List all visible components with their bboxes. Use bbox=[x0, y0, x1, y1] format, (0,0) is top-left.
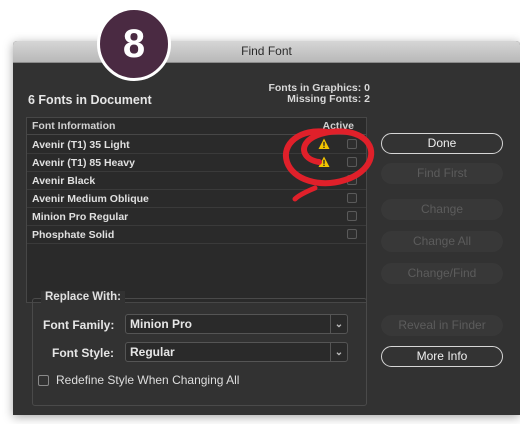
font-name: Avenir Black bbox=[32, 175, 96, 187]
active-checkbox[interactable] bbox=[347, 139, 357, 149]
font-name: Minion Pro Regular bbox=[32, 211, 129, 223]
chevron-down-icon: ⌄ bbox=[330, 343, 347, 361]
reveal-in-finder-button[interactable]: Reveal in Finder bbox=[381, 315, 503, 336]
table-row[interactable]: Avenir (T1) 35 Light bbox=[27, 136, 366, 154]
change-button[interactable]: Change bbox=[381, 199, 503, 220]
font-name: Avenir (T1) 85 Heavy bbox=[32, 157, 135, 169]
font-stats: Fonts in Graphics: 0 Missing Fonts: 2 bbox=[268, 83, 370, 105]
column-header-font-information: Font Information bbox=[32, 120, 116, 132]
change-find-button[interactable]: Change/Find bbox=[381, 263, 503, 284]
active-checkbox[interactable] bbox=[347, 211, 357, 221]
find-first-button[interactable]: Find First bbox=[381, 163, 503, 184]
table-row[interactable]: Minion Pro Regular bbox=[27, 208, 366, 226]
font-style-label: Font Style: bbox=[52, 346, 114, 360]
font-name: Phosphate Solid bbox=[32, 229, 115, 241]
warning-triangle-icon bbox=[318, 156, 330, 167]
redefine-style-label: Redefine Style When Changing All bbox=[56, 373, 240, 387]
table-row[interactable]: Avenir Medium Oblique bbox=[27, 190, 366, 208]
font-style-select[interactable]: Regular ⌄ bbox=[125, 342, 348, 362]
done-button[interactable]: Done bbox=[381, 133, 503, 154]
font-list-table: Font Information Active Avenir (T1) 35 L… bbox=[26, 117, 367, 303]
table-row[interactable]: Avenir (T1) 85 Heavy bbox=[27, 154, 366, 172]
title-bar[interactable]: Find Font bbox=[13, 41, 520, 63]
window-title: Find Font bbox=[241, 44, 292, 58]
change-all-button[interactable]: Change All bbox=[381, 231, 503, 252]
more-info-button[interactable]: More Info bbox=[381, 346, 503, 367]
font-style-value: Regular bbox=[130, 345, 175, 359]
redefine-style-checkbox[interactable] bbox=[38, 375, 49, 386]
active-checkbox[interactable] bbox=[347, 157, 357, 167]
step-number: 8 bbox=[122, 21, 146, 66]
font-name: Avenir (T1) 35 Light bbox=[32, 139, 130, 151]
active-checkbox[interactable] bbox=[347, 193, 357, 203]
fonts-in-document-label: 6 Fonts in Document bbox=[28, 93, 152, 107]
find-font-dialog: Find Font 6 Fonts in Document Fonts in G… bbox=[13, 41, 520, 415]
table-row[interactable]: Avenir Black bbox=[27, 172, 366, 190]
font-family-value: Minion Pro bbox=[130, 317, 192, 331]
warning-triangle-icon bbox=[318, 138, 330, 149]
chevron-down-icon: ⌄ bbox=[330, 315, 347, 333]
step-number-badge: 8 bbox=[97, 7, 171, 81]
missing-fonts: Missing Fonts: 2 bbox=[287, 93, 370, 105]
active-checkbox[interactable] bbox=[347, 175, 357, 185]
replace-with-label: Replace With: bbox=[41, 291, 125, 303]
active-checkbox[interactable] bbox=[347, 229, 357, 239]
table-row[interactable]: Phosphate Solid bbox=[27, 226, 366, 244]
font-name: Avenir Medium Oblique bbox=[32, 193, 149, 205]
table-header: Font Information Active bbox=[27, 118, 366, 135]
column-header-active: Active bbox=[322, 120, 354, 132]
font-family-label: Font Family: bbox=[43, 318, 115, 332]
font-family-select[interactable]: Minion Pro ⌄ bbox=[125, 314, 348, 334]
